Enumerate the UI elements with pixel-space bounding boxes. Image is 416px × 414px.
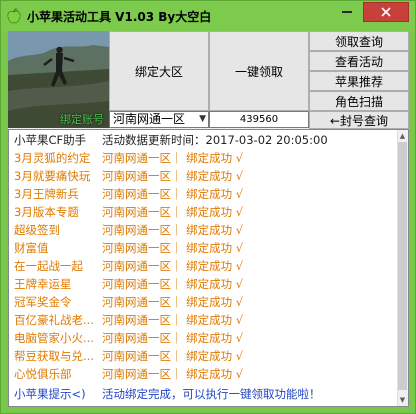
activity-status: 河南网通一区｜ 绑定成功 √ — [102, 205, 244, 219]
apple-recommend-button[interactable]: 苹果推荐 — [309, 71, 409, 91]
activity-name: 帮豆获取与兑... — [14, 349, 94, 363]
list-footer-row: 小苹果提示<) 活动绑定完成，可以执行一键领取功能啦！ — [9, 385, 397, 403]
activity-status: 河南网通一区｜ 绑定成功 √ — [102, 187, 244, 201]
activity-status: 河南网通一区｜ 绑定成功 √ — [102, 259, 244, 273]
activity-name: 3月版本专题 — [14, 205, 79, 219]
activity-status: 河南网通一区｜ 绑定成功 √ — [102, 223, 244, 237]
list-item[interactable]: 3月灵狐的约定 河南网通一区｜ 绑定成功 √ — [9, 149, 397, 167]
claim-query-button[interactable]: 领取查询 — [309, 31, 409, 51]
list-item[interactable]: 王牌幸运星 河南网通一区｜ 绑定成功 √ — [9, 275, 397, 293]
activity-status: 河南网通一区｜ 绑定成功 √ — [102, 151, 244, 165]
activity-status: 河南网通一区｜ 绑定成功 √ — [102, 349, 244, 363]
vertical-scrollbar[interactable]: ▲ ▼ — [397, 130, 408, 406]
close-button[interactable] — [363, 2, 409, 22]
activity-list[interactable]: 小苹果CF助手 活动数据更新时间：2017-03-02 20:05:00 3月灵… — [8, 129, 409, 407]
activity-name: 3月灵狐的约定 — [14, 151, 91, 165]
list-item[interactable]: 心悦俱乐部 河南网通一区｜ 绑定成功 √ — [9, 365, 397, 383]
tip-message: 活动绑定完成，可以执行一键领取功能啦！ — [102, 387, 321, 401]
activity-status: 河南网通一区｜ 绑定成功 √ — [102, 169, 244, 183]
list-item[interactable]: 电脑管家小火... 河南网通一区｜ 绑定成功 √ — [9, 329, 397, 347]
activity-name: 财富值 — [14, 241, 49, 255]
activity-name: 冠军奖金令 — [14, 295, 72, 309]
list-header-col1: 小苹果CF助手 — [14, 133, 87, 147]
region-select[interactable]: 河南网通一区 ▼ — [109, 111, 209, 128]
list-item[interactable]: 帮豆获取与兑... 河南网通一区｜ 绑定成功 √ — [9, 347, 397, 365]
activity-name: 电脑管家小火... — [14, 331, 94, 345]
role-scan-button[interactable]: 角色扫描 — [309, 91, 409, 111]
apple-icon — [7, 8, 21, 24]
list-item[interactable]: 3月版本专题 河南网通一区｜ 绑定成功 √ — [9, 203, 397, 221]
list-header-row: 小苹果CF助手 活动数据更新时间：2017-03-02 20:05:00 — [9, 131, 397, 149]
view-activity-button[interactable]: 查看活动 — [309, 51, 409, 71]
activity-status: 河南网通一区｜ 绑定成功 √ — [102, 295, 244, 309]
one-click-claim-button[interactable]: 一键领取 — [209, 31, 309, 111]
activity-name: 在一起战一起 — [14, 259, 83, 273]
list-item[interactable]: 百亿豪礼战老... 河南网通一区｜ 绑定成功 √ — [9, 311, 397, 329]
account-photo: 绑定账号 — [8, 31, 109, 128]
client-area: 绑定账号 绑定大区 一键领取 领取查询 查看活动 苹果推荐 角色扫描 ←封号查询… — [8, 31, 409, 407]
activity-name: 3月就要痛快玩 — [14, 169, 91, 183]
list-item[interactable]: 在一起战一起 河南网通一区｜ 绑定成功 √ — [9, 257, 397, 275]
activity-name: 3月王牌新兵 — [14, 187, 79, 201]
list-item[interactable]: 冠军奖金令 河南网通一区｜ 绑定成功 √ — [9, 293, 397, 311]
activity-status: 河南网通一区｜ 绑定成功 √ — [102, 241, 244, 255]
chevron-down-icon[interactable]: ▼ — [199, 112, 206, 127]
activity-status: 河南网通一区｜ 绑定成功 √ — [102, 367, 244, 381]
minimize-icon — [342, 11, 352, 13]
activity-status: 河南网通一区｜ 绑定成功 √ — [102, 331, 244, 345]
bind-account-label[interactable]: 绑定账号 — [60, 111, 104, 127]
window-title: 小苹果活动工具 V1.03 By大空白 — [27, 10, 212, 24]
scroll-up-icon[interactable]: ▲ — [398, 131, 407, 141]
bind-region-button[interactable]: 绑定大区 — [109, 31, 209, 111]
title-bar[interactable]: 小苹果活动工具 V1.03 By大空白 — [1, 1, 415, 31]
qq-number-field[interactable]: 439560 — [209, 111, 309, 128]
tip-label: 小苹果提示<) — [14, 387, 86, 401]
list-item[interactable]: 3月王牌新兵 河南网通一区｜ 绑定成功 √ — [9, 185, 397, 203]
close-icon — [381, 7, 391, 17]
activity-name: 心悦俱乐部 — [14, 367, 72, 381]
list-item[interactable]: 3月就要痛快玩 河南网通一区｜ 绑定成功 √ — [9, 167, 397, 185]
activity-name: 百亿豪礼战老... — [14, 313, 94, 327]
activity-name: 超级签到 — [14, 223, 60, 237]
region-select-value: 河南网通一区 — [113, 112, 186, 126]
list-header-col2: 活动数据更新时间：2017-03-02 20:05:00 — [102, 133, 328, 147]
activity-name: 王牌幸运星 — [14, 277, 72, 291]
list-item[interactable]: 超级签到 河南网通一区｜ 绑定成功 √ — [9, 221, 397, 239]
minimize-button[interactable] — [334, 2, 360, 22]
scrollbar-thumb[interactable] — [398, 142, 407, 390]
app-window: 小苹果活动工具 V1.03 By大空白 绑定账号 绑定大区 一键领取 领取查询 … — [0, 0, 416, 414]
activity-status: 河南网通一区｜ 绑定成功 √ — [102, 313, 244, 327]
list-item[interactable]: 财富值 河南网通一区｜ 绑定成功 √ — [9, 239, 397, 257]
scroll-down-icon[interactable]: ▼ — [398, 395, 407, 405]
activity-status: 河南网通一区｜ 绑定成功 √ — [102, 277, 244, 291]
ban-query-button[interactable]: ←封号查询 — [309, 111, 409, 129]
